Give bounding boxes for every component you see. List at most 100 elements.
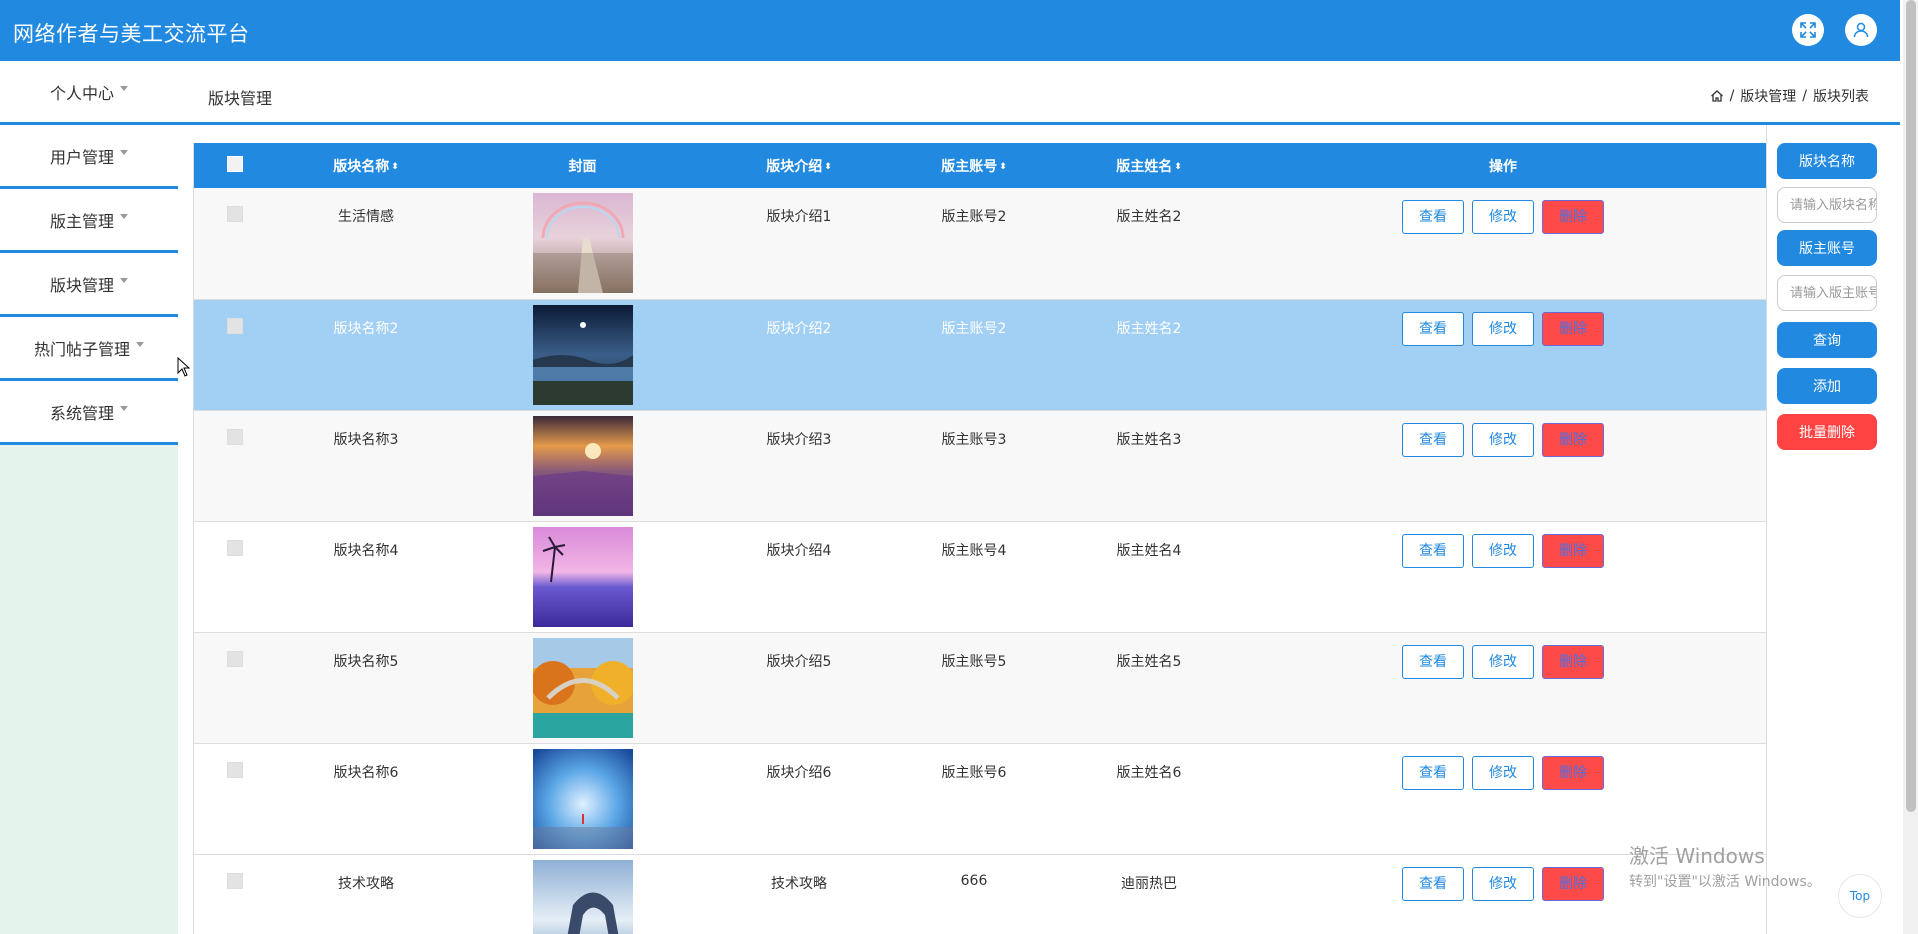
section-name-cell: 技术攻略	[338, 875, 394, 892]
cover-image-autumn-bridge[interactable]	[532, 637, 633, 738]
header-cover: 封面	[456, 143, 709, 188]
operations-cell: 查看 修改 删除	[1239, 299, 1766, 410]
edit-button[interactable]: 修改	[1472, 755, 1534, 790]
delete-button[interactable]: 删除	[1542, 200, 1604, 234]
sidebar: 个人中心 用户管理 版主管理 版块管理 热门帖子管理 系统管理	[0, 61, 178, 934]
row-checkbox[interactable]	[227, 872, 243, 889]
delete-button[interactable]: 删除	[1542, 644, 1604, 679]
section-name-cell: 版块名称3	[333, 431, 399, 448]
home-icon[interactable]	[1710, 89, 1724, 103]
header-select-all[interactable]	[194, 143, 276, 188]
search-panel: 版块名称 版主账号 查询 添加 批量删除	[1766, 125, 1900, 934]
row-checkbox[interactable]	[227, 317, 243, 334]
select-all-checkbox[interactable]	[227, 155, 243, 172]
row-checkbox[interactable]	[227, 428, 243, 445]
delete-button[interactable]: 删除	[1542, 311, 1604, 346]
view-button[interactable]: 查看	[1402, 422, 1464, 457]
section-name-search-input[interactable]	[1777, 187, 1877, 223]
header-moderator-account[interactable]: 版主账号 ⬍	[889, 143, 1059, 188]
cover-cell	[456, 299, 709, 410]
table-row[interactable]: 版块名称2 版块介绍2 版主账号2 版主姓名2 查看 修改 删除	[194, 299, 1766, 410]
table-row[interactable]: 技术攻略 技术攻略 666 迪丽热巴 查看 修改 删除	[194, 854, 1766, 934]
header-section-name[interactable]: 版块名称 ⬍	[276, 143, 456, 188]
cover-image-night-lake[interactable]	[532, 304, 633, 405]
cover-image-rainbow-path[interactable]	[532, 193, 633, 293]
page-title: 版块管理	[208, 89, 273, 108]
cover-image-blue-horizon[interactable]	[532, 748, 633, 849]
delete-button[interactable]: 删除	[1542, 866, 1604, 901]
table-row[interactable]: 版块名称3 版块介绍3 版主账号3 版主姓名3 查看 修改 删除	[194, 410, 1766, 521]
edit-button[interactable]: 修改	[1472, 422, 1534, 457]
sort-icon[interactable]: ⬍	[824, 162, 832, 172]
sidebar-item-system-management[interactable]: 系统管理	[0, 381, 178, 445]
moderator-name-cell: 版主姓名2	[1116, 320, 1182, 337]
sidebar-item-section-management[interactable]: 版块管理	[0, 253, 178, 317]
view-button[interactable]: 查看	[1402, 311, 1464, 346]
view-button[interactable]: 查看	[1402, 866, 1464, 901]
row-checkbox[interactable]	[227, 761, 243, 778]
section-name-cell: 版块名称2	[333, 320, 399, 337]
row-checkbox[interactable]	[227, 206, 243, 222]
header-section-intro[interactable]: 版块介绍 ⬍	[709, 143, 889, 188]
header-moderator-name[interactable]: 版主姓名 ⬍	[1059, 143, 1239, 188]
row-select-cell	[194, 299, 276, 410]
section-intro-cell: 版块介绍4	[766, 542, 832, 559]
edit-button[interactable]: 修改	[1472, 866, 1534, 901]
sidebar-item-personal-center[interactable]: 个人中心	[0, 61, 178, 125]
table-row[interactable]: 版块名称6 版块介绍6 版主账号6 版主姓名6 查看 修改 删除	[194, 743, 1766, 854]
cover-image-sea-arch[interactable]	[532, 859, 633, 934]
sidebar-item-user-management[interactable]: 用户管理	[0, 125, 178, 189]
edit-button[interactable]: 修改	[1472, 311, 1534, 346]
batch-delete-button[interactable]: 批量删除	[1777, 414, 1877, 450]
cover-image-tropical-pool[interactable]	[532, 526, 633, 627]
breadcrumb-item-section-management[interactable]: 版块管理	[1740, 86, 1796, 106]
view-button[interactable]: 查看	[1402, 644, 1464, 679]
table-row[interactable]: 版块名称5 版块介绍5 版主账号5 版主姓名5 查看 修改 删除	[194, 632, 1766, 743]
caret-down-icon	[136, 342, 144, 347]
section-name-label-button[interactable]: 版块名称	[1777, 143, 1877, 179]
delete-button[interactable]: 删除	[1542, 422, 1604, 457]
user-avatar-button[interactable]	[1845, 14, 1877, 46]
fullscreen-button[interactable]	[1792, 14, 1824, 46]
row-select-cell	[194, 743, 276, 854]
sort-icon[interactable]: ⬍	[1174, 162, 1182, 172]
expand-icon	[1800, 22, 1816, 38]
section-intro-cell: 版块介绍1	[766, 209, 832, 225]
sidebar-item-hot-posts-management[interactable]: 热门帖子管理	[0, 317, 178, 381]
sort-icon[interactable]: ⬍	[391, 162, 399, 172]
section-intro-cell: 版块介绍3	[766, 431, 832, 448]
cover-cell	[456, 854, 709, 934]
edit-button[interactable]: 修改	[1472, 200, 1534, 234]
app-title: 网络作者与美工交流平台	[13, 22, 250, 46]
operations-cell: 查看 修改 删除	[1239, 743, 1766, 854]
sidebar-item-label: 版主管理	[49, 211, 114, 231]
add-button[interactable]: 添加	[1777, 368, 1877, 404]
sort-icon[interactable]: ⬍	[999, 162, 1007, 172]
edit-button[interactable]: 修改	[1472, 533, 1534, 568]
scrollbar-thumb[interactable]	[1906, 0, 1916, 812]
view-button[interactable]: 查看	[1402, 755, 1464, 790]
delete-button[interactable]: 删除	[1542, 755, 1604, 790]
table-row[interactable]: 生活情感 版块介绍1 版主账号2 版主姓名2 查看 修改 删除	[194, 188, 1766, 299]
section-intro-cell: 版块介绍6	[766, 764, 832, 781]
cover-cell	[456, 410, 709, 521]
view-button[interactable]: 查看	[1402, 200, 1464, 234]
back-to-top-button[interactable]: Top	[1838, 874, 1882, 918]
cover-cell	[456, 632, 709, 743]
cover-cell	[456, 188, 709, 299]
page-scrollbar[interactable]	[1903, 0, 1918, 934]
table-row[interactable]: 版块名称4 版块介绍4 版主账号4 版主姓名4 查看 修改 删除	[194, 521, 1766, 632]
moderator-account-cell: 666	[960, 872, 988, 889]
query-button[interactable]: 查询	[1777, 322, 1877, 358]
sidebar-item-moderator-management[interactable]: 版主管理	[0, 189, 178, 253]
caret-down-icon	[120, 278, 128, 283]
view-button[interactable]: 查看	[1402, 533, 1464, 568]
moderator-account-search-input[interactable]	[1777, 275, 1877, 311]
delete-button[interactable]: 删除	[1542, 533, 1604, 568]
row-checkbox[interactable]	[227, 539, 243, 556]
edit-button[interactable]: 修改	[1472, 644, 1534, 679]
row-checkbox[interactable]	[227, 650, 243, 667]
moderator-account-label-button[interactable]: 版主账号	[1777, 230, 1877, 266]
section-table: 版块名称 ⬍ 封面 版块介绍 ⬍ 版主账号 ⬍ 版主姓名 ⬍ 操作 生活情感 版块介绍1…	[194, 143, 1766, 934]
cover-image-lavender-sunset[interactable]	[532, 415, 633, 516]
